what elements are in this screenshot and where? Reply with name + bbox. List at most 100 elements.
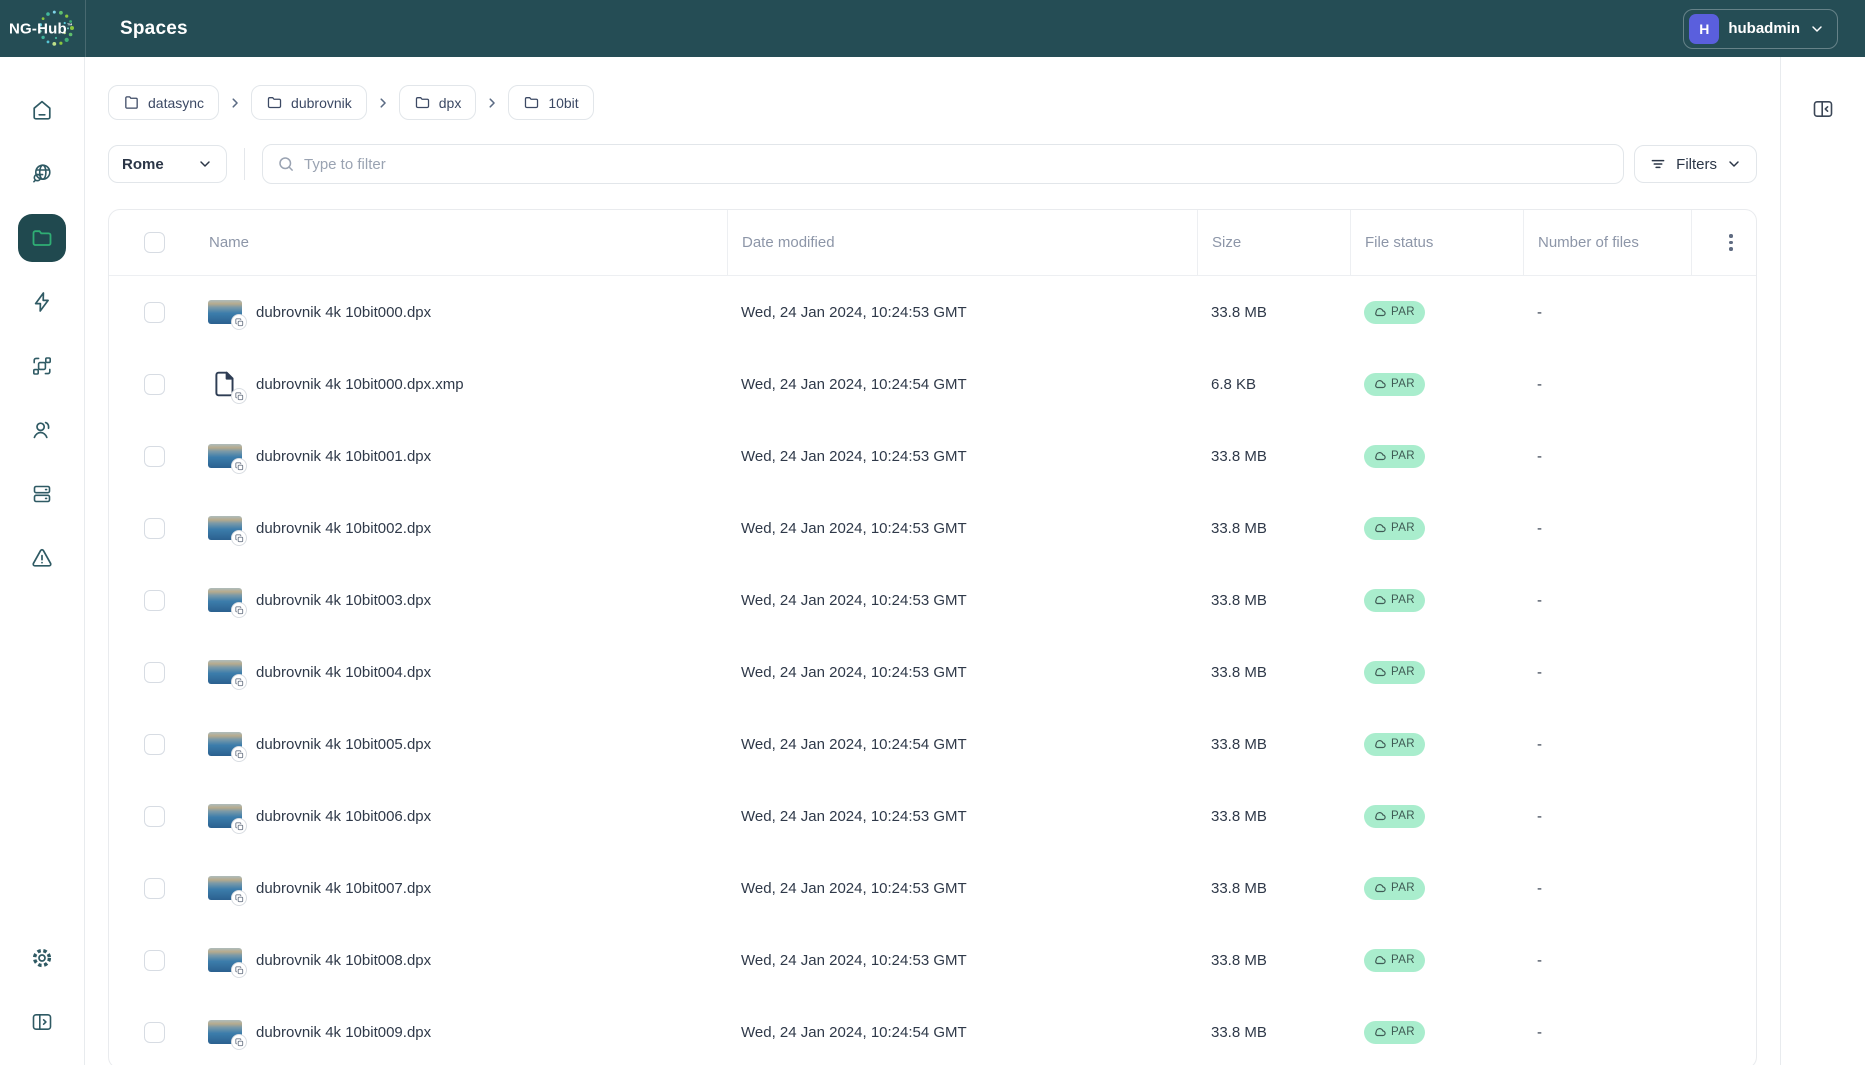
file-name[interactable]: dubrovnik 4k 10bit008.dpx [256, 952, 431, 969]
file-count: - [1523, 808, 1691, 825]
breadcrumb-item-dubrovnik[interactable]: dubrovnik [251, 85, 367, 120]
table-row[interactable]: dubrovnik 4k 10bit005.dpx Wed, 24 Jan 20… [109, 708, 1756, 780]
copy-badge [231, 602, 247, 618]
breadcrumb-item-dpx[interactable]: dpx [399, 85, 477, 120]
column-header-name: Name [197, 234, 727, 251]
row-checkbox[interactable] [144, 374, 165, 395]
discover-icon [30, 162, 54, 186]
chevron-right-icon [376, 96, 390, 110]
breadcrumb-item-10bit[interactable]: 10bit [508, 85, 593, 120]
sidebar-item-workflows[interactable] [18, 342, 66, 390]
copy-badge [231, 1034, 247, 1050]
breadcrumb-item-datasync[interactable]: datasync [108, 85, 219, 120]
select-all-checkbox[interactable] [144, 232, 165, 253]
workflows-icon [30, 354, 54, 378]
file-name[interactable]: dubrovnik 4k 10bit000.dpx [256, 304, 431, 321]
sidebar-item-discover[interactable] [18, 150, 66, 198]
column-header-date-modified: Date modified [727, 210, 1197, 275]
file-name[interactable]: dubrovnik 4k 10bit002.dpx [256, 520, 431, 537]
sidebar-item-home[interactable] [18, 86, 66, 134]
alerts-icon [30, 546, 54, 570]
divider [244, 148, 245, 180]
copy-badge [231, 890, 247, 906]
row-checkbox[interactable] [144, 950, 165, 971]
chevron-down-icon [1726, 156, 1742, 172]
table-row[interactable]: dubrovnik 4k 10bit000.dpx Wed, 24 Jan 20… [109, 276, 1756, 348]
file-date-modified: Wed, 24 Jan 2024, 10:24:53 GMT [727, 448, 1197, 465]
home-icon [30, 98, 54, 122]
table-row[interactable]: dubrovnik 4k 10bit009.dpx Wed, 24 Jan 20… [109, 996, 1756, 1065]
table-body: dubrovnik 4k 10bit000.dpx Wed, 24 Jan 20… [109, 276, 1756, 1065]
sidebar-item-automation[interactable] [18, 278, 66, 326]
file-date-modified: Wed, 24 Jan 2024, 10:24:53 GMT [727, 880, 1197, 897]
table-row[interactable]: dubrovnik 4k 10bit007.dpx Wed, 24 Jan 20… [109, 852, 1756, 924]
file-name[interactable]: dubrovnik 4k 10bit003.dpx [256, 592, 431, 609]
status-badge: PAR [1364, 805, 1425, 828]
status-badge: PAR [1364, 373, 1425, 396]
user-menu-button[interactable]: H hubadmin [1683, 9, 1838, 49]
row-checkbox[interactable] [144, 302, 165, 323]
table-row[interactable]: dubrovnik 4k 10bit000.dpx.xmp Wed, 24 Ja… [109, 348, 1756, 420]
search-input[interactable] [304, 156, 1609, 173]
file-date-modified: Wed, 24 Jan 2024, 10:24:54 GMT [727, 376, 1197, 393]
file-size: 33.8 MB [1197, 592, 1350, 609]
file-size: 33.8 MB [1197, 952, 1350, 969]
sidebar-item-settings[interactable] [18, 934, 66, 982]
file-name[interactable]: dubrovnik 4k 10bit000.dpx.xmp [256, 376, 464, 393]
sidebar [0, 57, 85, 1065]
file-name[interactable]: dubrovnik 4k 10bit004.dpx [256, 664, 431, 681]
row-checkbox[interactable] [144, 446, 165, 467]
cloud-icon [1374, 306, 1386, 318]
chevron-down-icon [197, 156, 213, 172]
chevron-down-icon [1809, 21, 1825, 37]
copy-icon [235, 1038, 244, 1047]
file-name[interactable]: dubrovnik 4k 10bit005.dpx [256, 736, 431, 753]
file-thumbnail [208, 804, 242, 828]
table-row[interactable]: dubrovnik 4k 10bit006.dpx Wed, 24 Jan 20… [109, 780, 1756, 852]
row-checkbox[interactable] [144, 806, 165, 827]
user-name: hubadmin [1728, 20, 1800, 37]
expand-sidebar-button[interactable] [18, 998, 66, 1046]
space-selector[interactable]: Rome [108, 145, 227, 183]
copy-badge [231, 458, 247, 474]
table-row[interactable]: dubrovnik 4k 10bit001.dpx Wed, 24 Jan 20… [109, 420, 1756, 492]
cloud-icon [1374, 954, 1386, 966]
table-options-button[interactable] [1723, 228, 1739, 257]
row-checkbox[interactable] [144, 734, 165, 755]
status-badge: PAR [1364, 949, 1425, 972]
column-header-file-status: File status [1350, 210, 1523, 275]
filters-button[interactable]: Filters [1634, 145, 1757, 183]
file-name[interactable]: dubrovnik 4k 10bit009.dpx [256, 1024, 431, 1041]
sidebar-item-users[interactable] [18, 406, 66, 454]
file-date-modified: Wed, 24 Jan 2024, 10:24:53 GMT [727, 304, 1197, 321]
sidebar-item-files[interactable] [18, 214, 66, 262]
table-row[interactable]: dubrovnik 4k 10bit008.dpx Wed, 24 Jan 20… [109, 924, 1756, 996]
cloud-icon [1374, 522, 1386, 534]
cloud-icon [1374, 810, 1386, 822]
table-row[interactable]: dubrovnik 4k 10bit002.dpx Wed, 24 Jan 20… [109, 492, 1756, 564]
row-checkbox[interactable] [144, 878, 165, 899]
file-name[interactable]: dubrovnik 4k 10bit006.dpx [256, 808, 431, 825]
file-size: 33.8 MB [1197, 664, 1350, 681]
file-name[interactable]: dubrovnik 4k 10bit001.dpx [256, 448, 431, 465]
row-checkbox[interactable] [144, 518, 165, 539]
row-checkbox[interactable] [144, 662, 165, 683]
copy-icon [235, 894, 244, 903]
chevron-right-icon [228, 96, 242, 110]
open-details-panel-button[interactable] [1806, 97, 1840, 131]
file-thumbnail [208, 876, 242, 900]
expand-sidebar-icon [30, 1010, 54, 1034]
sidebar-item-alerts[interactable] [18, 534, 66, 582]
sidebar-item-storage[interactable] [18, 470, 66, 518]
search-box [262, 144, 1624, 184]
status-badge: PAR [1364, 1021, 1425, 1044]
file-name[interactable]: dubrovnik 4k 10bit007.dpx [256, 880, 431, 897]
cloud-icon [1374, 594, 1386, 606]
row-checkbox[interactable] [144, 590, 165, 611]
table-row[interactable]: dubrovnik 4k 10bit004.dpx Wed, 24 Jan 20… [109, 636, 1756, 708]
row-checkbox[interactable] [144, 1022, 165, 1043]
table-row[interactable]: dubrovnik 4k 10bit003.dpx Wed, 24 Jan 20… [109, 564, 1756, 636]
copy-icon [235, 606, 244, 615]
file-table: Name Date modified Size File status Numb… [108, 209, 1757, 1065]
file-count: - [1523, 664, 1691, 681]
